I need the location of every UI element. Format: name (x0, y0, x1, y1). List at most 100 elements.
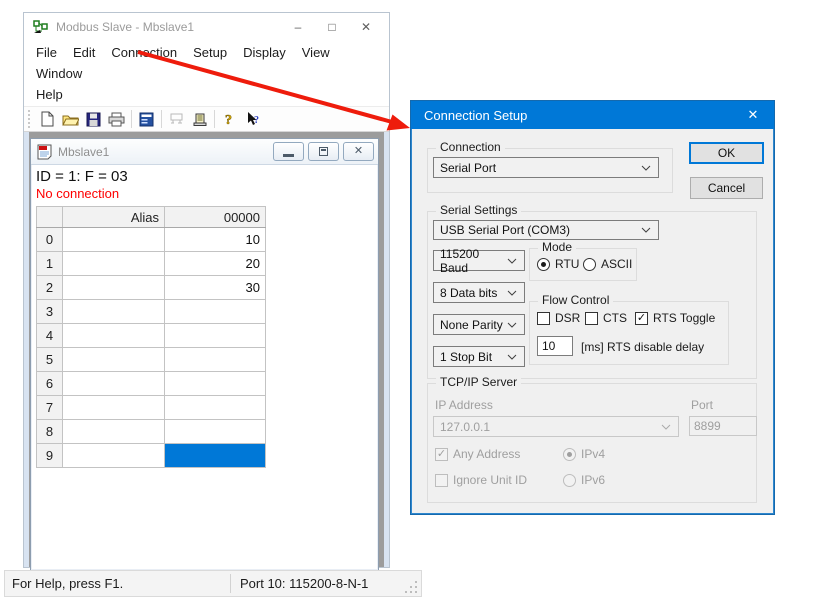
menu-file[interactable]: File (28, 43, 65, 64)
row-header[interactable]: 7 (37, 396, 63, 420)
menu-setup[interactable]: Setup (185, 43, 235, 64)
display-definition-icon[interactable] (135, 108, 158, 130)
cts-label: CTS (603, 311, 627, 325)
save-icon[interactable] (82, 108, 105, 130)
dialog-title: Connection Setup (411, 108, 732, 123)
value-cell[interactable] (165, 420, 266, 444)
dsr-checkbox[interactable]: DSR (537, 311, 580, 325)
register-grid: Alias 00000 0 10 1 20 (36, 206, 266, 468)
row-header[interactable]: 3 (37, 300, 63, 324)
radio-selected-icon (537, 258, 550, 271)
context-help-icon[interactable]: ? (241, 108, 264, 130)
data-bits-select[interactable]: 8 Data bits (433, 282, 525, 303)
serial-port-select[interactable]: USB Serial Port (COM3) (433, 220, 659, 240)
table-row: 0 10 (37, 228, 266, 252)
row-header[interactable]: 6 (37, 372, 63, 396)
new-document-icon[interactable] (36, 108, 59, 130)
doc-close-button[interactable]: ✕ (343, 142, 374, 161)
window-title: Modbus Slave - Mbslave1 (56, 20, 281, 34)
ok-button[interactable]: OK (689, 142, 764, 164)
baud-rate-select[interactable]: 115200 Baud (433, 250, 525, 271)
chevron-down-icon (641, 165, 651, 171)
parity-value: None Parity (440, 318, 503, 332)
value-cell[interactable] (165, 324, 266, 348)
menu-help[interactable]: Help (28, 85, 71, 106)
row-header[interactable]: 9 (37, 444, 63, 468)
table-row: 9 (37, 444, 266, 468)
menu-window[interactable]: Window (28, 64, 90, 85)
app-icon (33, 20, 49, 35)
alias-cell[interactable] (63, 228, 165, 252)
resize-grip[interactable] (405, 581, 418, 594)
mode-rtu-radio[interactable]: RTU (537, 257, 579, 271)
radio-icon (583, 258, 596, 271)
doc-restore-button[interactable] (308, 142, 339, 161)
rts-delay-input[interactable] (537, 336, 573, 356)
stop-bit-select[interactable]: 1 Stop Bit (433, 346, 525, 367)
value-cell[interactable] (165, 396, 266, 420)
table-row: 1 20 (37, 252, 266, 276)
alias-cell[interactable] (63, 252, 165, 276)
alias-cell[interactable] (63, 300, 165, 324)
ipv4-label: IPv4 (581, 447, 605, 461)
parity-select[interactable]: None Parity (433, 314, 525, 335)
alias-cell[interactable] (63, 396, 165, 420)
value-cell[interactable] (165, 300, 266, 324)
print-icon[interactable] (105, 108, 128, 130)
alias-cell[interactable] (63, 444, 165, 468)
value-cell[interactable]: 20 (165, 252, 266, 276)
row-header[interactable]: 4 (37, 324, 63, 348)
menu-edit[interactable]: Edit (65, 43, 103, 64)
connection-type-select[interactable]: Serial Port (433, 157, 659, 178)
flow-control-label: Flow Control (538, 294, 613, 307)
maximize-button[interactable]: □ (315, 16, 349, 38)
cts-checkbox[interactable]: CTS (585, 311, 627, 325)
menu-bar: File Edit Connection Setup Display View … (24, 41, 389, 106)
serial-port-value: USB Serial Port (COM3) (440, 223, 570, 237)
row-header[interactable]: 2 (37, 276, 63, 300)
minimize-button[interactable]: – (281, 16, 315, 38)
alias-cell[interactable] (63, 420, 165, 444)
row-header[interactable]: 8 (37, 420, 63, 444)
rts-toggle-checkbox[interactable]: RTS Toggle (635, 311, 715, 325)
value-cell[interactable]: 10 (165, 228, 266, 252)
document-body: ID = 1: F = 03 No connection Alias 00000… (31, 165, 378, 468)
doc-minimize-button[interactable] (273, 142, 304, 161)
close-button[interactable]: ✕ (349, 16, 383, 38)
alias-cell[interactable] (63, 276, 165, 300)
poll-definition-icon[interactable] (165, 108, 188, 130)
ip-address-label: IP Address (435, 398, 493, 412)
menu-display[interactable]: Display (235, 43, 294, 64)
grid-header-register[interactable]: 00000 (165, 207, 266, 228)
row-header[interactable]: 0 (37, 228, 63, 252)
ignore-unit-id-checkbox: Ignore Unit ID (435, 473, 527, 487)
value-cell[interactable] (165, 348, 266, 372)
communication-traffic-icon[interactable] (188, 108, 211, 130)
help-icon[interactable]: ? (218, 108, 241, 130)
cancel-button[interactable]: Cancel (690, 177, 763, 199)
row-header[interactable]: 1 (37, 252, 63, 276)
selected-cell[interactable] (165, 444, 266, 468)
dialog-close-icon[interactable]: ✕ (732, 101, 774, 129)
grid-header-row: Alias 00000 (37, 207, 266, 228)
row-header[interactable]: 5 (37, 348, 63, 372)
open-folder-icon[interactable] (59, 108, 82, 130)
ipv6-radio: IPv6 (563, 473, 605, 487)
alias-cell[interactable] (63, 348, 165, 372)
menu-view[interactable]: View (294, 43, 338, 64)
value-cell[interactable] (165, 372, 266, 396)
toolbar-separator (214, 110, 215, 128)
serial-settings-label: Serial Settings (436, 204, 521, 217)
alias-cell[interactable] (63, 324, 165, 348)
status-help-text: For Help, press F1. (5, 576, 230, 591)
menu-connection[interactable]: Connection (103, 43, 185, 64)
alias-cell[interactable] (63, 372, 165, 396)
dsr-label: DSR (555, 311, 580, 325)
status-bar: For Help, press F1. Port 10: 115200-8-N-… (4, 570, 422, 597)
grid-header-alias[interactable]: Alias (63, 207, 165, 228)
ignore-unit-id-label: Ignore Unit ID (453, 473, 527, 487)
mode-ascii-label: ASCII (601, 257, 632, 271)
value-cell[interactable]: 30 (165, 276, 266, 300)
mode-ascii-radio[interactable]: ASCII (583, 257, 632, 271)
screen: Modbus Slave - Mbslave1 – □ ✕ File Edit … (0, 0, 831, 604)
